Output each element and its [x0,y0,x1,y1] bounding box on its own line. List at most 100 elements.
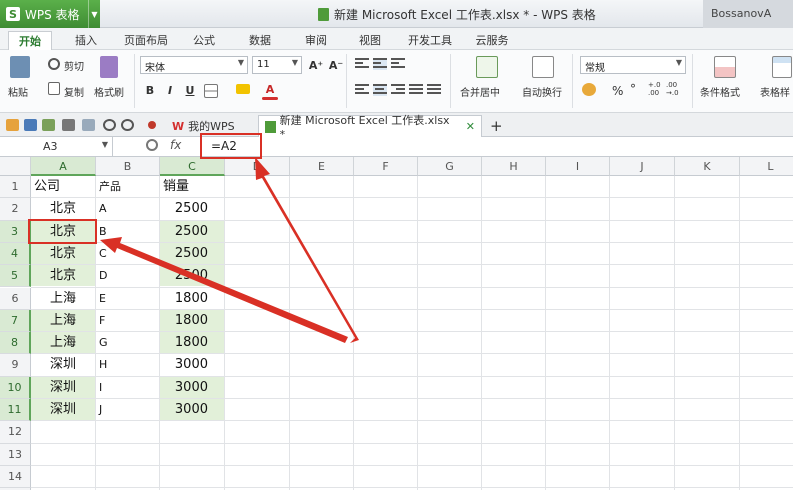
row-header-11[interactable]: 11 [0,399,31,422]
cell-a1[interactable]: 公司 [31,176,95,197]
cell-b6[interactable]: E [96,288,159,309]
row-header-4[interactable]: 4 [0,242,31,266]
row-header-14[interactable]: 14 [0,465,31,489]
column-header-b[interactable]: B [96,157,160,176]
save-icon[interactable] [24,119,37,131]
row-header-13[interactable]: 13 [0,443,31,466]
cell-a5[interactable]: 北京 [31,265,95,287]
shrink-font-button[interactable]: A⁻ [328,57,344,73]
table-style-icon[interactable] [772,56,792,78]
cut-button[interactable]: 剪切 [64,58,84,73]
wrap-text-icon[interactable] [532,56,554,78]
percent-button[interactable]: % [612,84,623,98]
font-size-select[interactable]: 11 ▼ [252,56,302,74]
tab-current-workbook[interactable]: 新建 Microsoft Excel 工作表.xlsx * ✕ [258,114,482,141]
tab-page-layout[interactable]: 页面布局 [118,31,174,50]
align-center-icon[interactable] [373,84,387,96]
merge-center-button[interactable]: 合并居中 [460,84,500,99]
thousands-separator-button[interactable]: ° [630,82,636,96]
cell-a2[interactable]: 北京 [31,198,95,219]
cell-a10[interactable]: 深圳 [31,376,95,398]
row-header-3[interactable]: 3 [0,220,31,243]
cell-b2[interactable]: A [96,198,159,219]
grow-font-button[interactable]: A⁺ [308,57,324,73]
cell-a11[interactable]: 深圳 [31,399,95,421]
cell-b8[interactable]: G [96,332,159,353]
cell-a9[interactable]: 深圳 [31,354,95,375]
cell-a6[interactable]: 上海 [31,288,95,309]
align-justify-icon[interactable] [409,84,423,96]
insert-function-button[interactable]: fx [170,138,181,152]
currency-icon[interactable] [582,83,596,96]
tab-data[interactable]: 数据 [240,31,280,50]
column-header-k[interactable]: K [675,157,740,176]
tab-insert[interactable]: 插入 [64,31,108,50]
fill-color-icon[interactable] [236,84,250,94]
user-account[interactable]: BossanovA [703,0,793,28]
paste-icon[interactable] [10,56,30,78]
undo-icon[interactable] [103,119,116,131]
column-header-a[interactable]: A [31,157,96,176]
format-painter-icon[interactable] [100,56,118,78]
conditional-format-icon[interactable] [714,56,736,78]
print-preview-icon[interactable] [82,119,95,131]
cell-c3[interactable]: 2500 [160,220,224,242]
cell-c5[interactable]: 2500 [160,265,224,287]
customize-toolbar-icon[interactable] [148,121,156,129]
column-header-h[interactable]: H [482,157,546,176]
scissors-icon[interactable] [48,58,60,70]
print-icon[interactable] [62,119,75,131]
underline-button[interactable]: U [182,82,198,98]
row-header-7[interactable]: 7 [0,309,31,333]
row-header-9[interactable]: 9 [0,354,31,377]
cell-c6[interactable]: 1800 [160,288,224,309]
select-all-corner[interactable] [0,157,31,176]
cell-b9[interactable]: H [96,354,159,375]
row-header-10[interactable]: 10 [0,376,31,399]
distributed-align-icon[interactable] [427,84,441,96]
cell-b5[interactable]: D [96,265,159,286]
align-middle-icon[interactable] [373,58,387,70]
decrease-decimal-button[interactable]: .00 →.0 [666,81,682,97]
new-tab-button[interactable]: + [484,115,509,137]
wrap-text-button[interactable]: 自动换行 [522,84,562,99]
column-header-c[interactable]: C [160,157,225,176]
open-folder-icon[interactable] [6,119,19,131]
cell-c8[interactable]: 1800 [160,332,224,354]
column-header-f[interactable]: F [354,157,418,176]
close-tab-icon[interactable]: ✕ [466,120,475,133]
copy-button[interactable]: 复制 [64,84,84,99]
merge-cells-icon[interactable] [476,56,498,78]
cell-b7[interactable]: F [96,310,159,331]
column-header-g[interactable]: G [418,157,482,176]
cell-c7[interactable]: 1800 [160,309,224,332]
name-box[interactable]: A3 ▼ [0,137,113,157]
align-top-icon[interactable] [355,58,369,70]
font-name-select[interactable]: 宋体 ▼ [140,56,248,74]
cell-a7[interactable]: 上海 [31,309,95,332]
cell-c9[interactable]: 3000 [160,354,224,375]
table-style-button[interactable]: 表格样 [760,84,790,99]
align-right-icon[interactable] [391,84,405,96]
zoom-search-icon[interactable] [146,139,158,151]
borders-icon[interactable] [204,84,218,98]
align-left-icon[interactable] [355,84,369,96]
row-header-6[interactable]: 6 [0,287,31,310]
cell-c1[interactable]: 销量 [160,176,224,197]
tab-formulas[interactable]: 公式 [184,31,224,50]
cell-b11[interactable]: J [96,399,159,420]
wps-app-menu-button[interactable]: S WPS 表格 ▼ [0,0,100,28]
bold-button[interactable]: B [142,82,158,98]
chevron-down-icon[interactable]: ▼ [102,140,108,149]
copy-icon[interactable] [48,82,60,95]
cell-b4[interactable]: C [96,243,159,264]
cell-a4[interactable]: 北京 [31,242,95,265]
row-header-2[interactable]: 2 [0,198,31,221]
tab-cloud-service[interactable]: 云服务 [468,31,516,50]
align-bottom-icon[interactable] [391,58,405,70]
cell-c11[interactable]: 3000 [160,399,224,421]
redo-icon[interactable] [121,119,134,131]
italic-button[interactable]: I [162,82,178,98]
tab-developer[interactable]: 开发工具 [402,31,458,50]
paste-button[interactable]: 粘贴 [8,84,28,99]
